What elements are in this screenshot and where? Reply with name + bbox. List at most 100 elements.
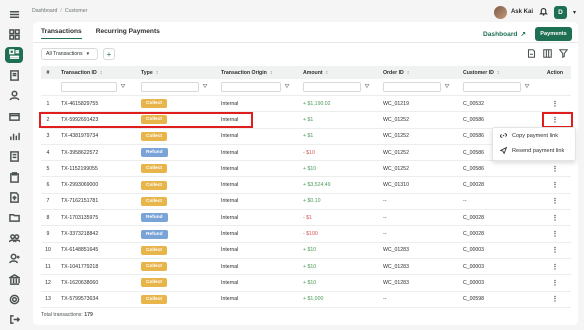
col-header-type[interactable]: Type ↕: [135, 70, 217, 76]
col-header-origin[interactable]: Transaction Origin ↕: [217, 70, 299, 76]
more-actions-icon[interactable]: ⋮: [552, 166, 559, 173]
send-icon: [500, 147, 507, 154]
chart-icon[interactable]: [5, 129, 23, 144]
table-row[interactable]: 9 TX-3373218842 Refund Internal - $100 -- C_00…: [41, 226, 571, 243]
grid-icon[interactable]: [5, 27, 23, 42]
more-actions-icon[interactable]: ⋮: [552, 101, 559, 108]
origin-filter-input[interactable]: ⛛: [221, 82, 290, 92]
menu-icon[interactable]: [5, 7, 23, 22]
type-cell: Collect: [135, 131, 217, 141]
more-actions-icon[interactable]: ⋮: [552, 296, 559, 303]
more-actions-icon[interactable]: ⋮: [552, 215, 559, 222]
user-profile[interactable]: Ask Kai: [493, 5, 533, 19]
table-row[interactable]: 6 TX-2993069000 Collect Internal + $3,524.49…: [41, 177, 571, 194]
customer-id-cell: C_00003: [463, 263, 485, 270]
add-filter-button[interactable]: +: [103, 48, 115, 60]
workspace-badge[interactable]: D: [553, 5, 567, 19]
sort-icon[interactable]: ↕: [100, 70, 103, 76]
filter-icon[interactable]: ⛛: [282, 83, 292, 92]
link-icon: [500, 133, 507, 138]
table-row[interactable]: 1 TX-4615829755 Collect Internal + $1,190.02…: [41, 96, 571, 113]
sort-icon[interactable]: ↕: [497, 70, 500, 76]
settings-icon[interactable]: [5, 292, 23, 307]
resend-payment-link-item[interactable]: Resend payment link: [493, 143, 575, 158]
file-upload-icon[interactable]: [5, 190, 23, 205]
columns-icon[interactable]: [543, 49, 552, 58]
receipt-icon[interactable]: [5, 149, 23, 164]
more-actions-icon[interactable]: ⋮: [552, 182, 559, 189]
filter-icon[interactable]: ⛛: [362, 83, 372, 92]
chevron-down-icon: ▾: [86, 51, 90, 57]
team-icon[interactable]: [5, 231, 23, 246]
sort-icon[interactable]: ↕: [270, 70, 273, 76]
filter-icon[interactable]: ⛛: [200, 83, 210, 92]
col-header-order-id[interactable]: Order ID ↕: [379, 70, 459, 76]
export-icon[interactable]: [527, 49, 536, 58]
row-index: 7: [46, 198, 50, 205]
customer-id-cell: C_00003: [463, 279, 485, 286]
tab-transactions[interactable]: Transactions: [41, 28, 82, 39]
order-id-filter-input[interactable]: ⛛: [383, 82, 450, 92]
more-actions-icon[interactable]: ⋮: [552, 231, 559, 238]
transaction-filter-select[interactable]: All Transactions ▾: [41, 48, 98, 60]
resend-payment-link-label: Resend payment link: [512, 147, 565, 154]
bell-icon[interactable]: [539, 3, 548, 21]
table-row[interactable]: 10 TX-6148851645 Collect Internal + $10 WC_01…: [41, 243, 571, 259]
col-header-transaction-id[interactable]: Transaction ID ↕: [55, 70, 135, 76]
customer-id-cell: --: [463, 198, 467, 205]
amount-cell: - $10: [303, 149, 315, 156]
user-icon[interactable]: [5, 88, 23, 103]
row-index: 8: [46, 214, 50, 221]
table-row[interactable]: 7 TX-7162151781 Collect Internal + $0.10 -- --…: [41, 194, 571, 211]
payments-button[interactable]: Payments: [535, 27, 572, 41]
table-row[interactable]: 11 TX-1041779218 Collect Internal + $10 WC_01…: [41, 259, 571, 276]
breadcrumb-root[interactable]: Dashboard: [32, 8, 57, 14]
table-row[interactable]: 8 TX-1703135975 Refund Internal - $1 -- C_0002…: [41, 210, 571, 227]
more-actions-icon[interactable]: ⋮: [552, 280, 559, 287]
more-actions-icon[interactable]: ⋮: [552, 247, 559, 254]
tab-recurring-payments[interactable]: Recurring Payments: [96, 28, 160, 39]
type-filter-input[interactable]: ⛛: [141, 82, 208, 92]
user-add-icon[interactable]: [5, 251, 23, 266]
sort-icon[interactable]: ↕: [326, 70, 329, 76]
filter-icon[interactable]: [559, 49, 568, 58]
row-index: 1: [46, 100, 50, 107]
transactions-icon[interactable]: [5, 47, 23, 63]
type-badge: Collect: [141, 164, 167, 174]
more-actions-icon[interactable]: ⋮: [552, 198, 559, 205]
filter-icon[interactable]: ⛛: [522, 83, 532, 92]
clipboard-icon[interactable]: [5, 170, 23, 185]
type-cell: Collect: [135, 164, 217, 174]
document-icon[interactable]: [5, 68, 23, 83]
col-header-customer-id[interactable]: Customer ID ↕: [459, 70, 539, 76]
dashboard-link[interactable]: Dashboard ↗: [483, 30, 526, 39]
amount-cell: + $1,000: [303, 296, 324, 303]
col-header-amount[interactable]: Amount ↕: [299, 70, 379, 76]
logout-icon[interactable]: [5, 312, 23, 327]
type-cell: Refund: [135, 213, 217, 223]
chevron-down-icon[interactable]: ▾: [573, 9, 576, 16]
order-id-cell: WC_01310: [383, 182, 409, 189]
type-badge: Refund: [141, 213, 168, 223]
folder-icon[interactable]: [5, 210, 23, 225]
dashboard-link-label: Dashboard: [483, 30, 518, 38]
card-icon[interactable]: [5, 108, 23, 123]
avatar: [493, 5, 507, 19]
amount-filter-input[interactable]: ⛛: [303, 82, 370, 92]
transaction-id-cell: TX-3373218842: [61, 231, 99, 238]
table-row[interactable]: 13 TX-5799573634 Collect Internal + $1,000 --…: [41, 292, 571, 308]
col-header-index: #: [46, 69, 50, 76]
sort-icon[interactable]: ↕: [407, 70, 410, 76]
sort-icon[interactable]: ↕: [156, 70, 159, 76]
transaction-id-filter-input[interactable]: ⛛: [61, 82, 126, 92]
bank-icon[interactable]: [5, 271, 23, 286]
customer-id-filter-input[interactable]: ⛛: [463, 82, 530, 92]
customer-id-cell: C_00028: [463, 214, 485, 221]
more-actions-icon[interactable]: ⋮: [552, 264, 559, 271]
copy-payment-link-item[interactable]: Copy payment link: [493, 128, 575, 143]
filter-icon[interactable]: ⛛: [442, 83, 452, 92]
table-row[interactable]: 12 TX-1620638060 Collect Internal + $10 WC_01…: [41, 275, 571, 292]
table-row[interactable]: 5 TX-1152199055 Collect Internal + $10 WC_012…: [41, 161, 571, 178]
customer-id-cell: C_00028: [463, 231, 485, 238]
filter-icon[interactable]: ⛛: [118, 83, 128, 92]
